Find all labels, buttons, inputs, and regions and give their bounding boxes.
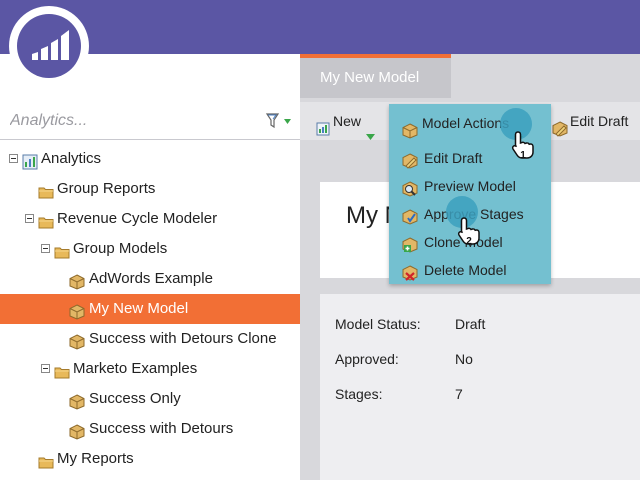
tree-item-label: Success Only <box>89 390 181 407</box>
model-actions-label: Model Actions <box>422 115 510 131</box>
folder-icon <box>38 451 54 469</box>
model-icon <box>69 301 85 320</box>
status-label: Model Status: <box>335 316 421 332</box>
tree-item-analytics[interactable]: Analytics <box>0 144 300 174</box>
approved-value: No <box>455 351 473 367</box>
step-2-badge: 2 <box>466 236 472 247</box>
navigation-tree: Analytics Group Reports Revenue Cycle Mo… <box>0 144 300 474</box>
new-button[interactable]: New <box>300 102 388 140</box>
tree-item-my-reports[interactable]: My Reports <box>0 444 300 474</box>
model-icon <box>69 391 85 410</box>
new-label: New <box>333 113 362 129</box>
model-details-panel: Model Status: Draft Approved: No Stages:… <box>320 294 640 480</box>
tree-item-label: AdWords Example <box>89 270 213 287</box>
analytics-icon <box>22 151 38 170</box>
delete-icon <box>402 262 418 281</box>
tree-item-label: Analytics <box>41 150 102 167</box>
menu-item-label: Delete Model <box>424 262 507 278</box>
tree-item-label: My New Model <box>89 300 189 317</box>
stages-value: 7 <box>455 386 463 402</box>
preview-icon <box>402 178 418 197</box>
tree-item-my-new-model[interactable]: My New Model <box>0 294 300 324</box>
menu-item-label: Preview Model <box>424 178 516 194</box>
tree-item-group-models[interactable]: Group Models <box>0 234 300 264</box>
tree-item-label: My Reports <box>57 450 134 467</box>
approve-icon <box>402 206 418 225</box>
model-icon <box>402 115 418 139</box>
edit-draft-icon <box>402 150 418 169</box>
edit-draft-button[interactable]: Edit Draft <box>540 102 640 140</box>
tree-item-label: Revenue Cycle Modeler <box>57 210 218 227</box>
top-header-bar <box>0 0 640 54</box>
collapse-toggle-icon[interactable] <box>9 154 18 163</box>
collapse-toggle-icon[interactable] <box>25 214 34 223</box>
tree-item-label: Success with Detours <box>89 420 234 437</box>
sidebar-search-row <box>0 102 300 140</box>
model-icon <box>69 331 85 350</box>
tree-item-revenue-cycle-modeler[interactable]: Revenue Cycle Modeler <box>0 204 300 234</box>
menu-item-preview-model[interactable]: Preview Model <box>389 172 551 200</box>
model-icon <box>69 421 85 440</box>
tab-label: My New Model <box>320 69 420 86</box>
new-icon <box>315 113 331 136</box>
search-input[interactable] <box>0 102 250 140</box>
collapse-toggle-icon[interactable] <box>41 364 50 373</box>
approved-label: Approved: <box>335 351 399 367</box>
model-icon <box>69 271 85 290</box>
tab-my-new-model[interactable]: My New Model <box>300 54 451 98</box>
stages-label: Stages: <box>335 386 383 402</box>
tree-item-marketo-examples[interactable]: Marketo Examples <box>0 354 300 384</box>
folder-icon <box>38 211 54 229</box>
status-value: Draft <box>455 316 486 332</box>
tree-item-group-reports[interactable]: Group Reports <box>0 174 300 204</box>
logo-icon <box>17 14 81 78</box>
tree-item-success-with-detours-clone[interactable]: Success with Detours Clone <box>0 324 300 354</box>
folder-icon <box>54 241 70 259</box>
tree-item-adwords-example[interactable]: AdWords Example <box>0 264 300 294</box>
tree-item-label: Group Models <box>73 240 168 257</box>
tree-item-label: Marketo Examples <box>73 360 198 377</box>
marketo-logo[interactable] <box>9 6 89 86</box>
collapse-toggle-icon[interactable] <box>41 244 50 253</box>
tree-item-label: Group Reports <box>57 180 156 197</box>
menu-item-label: Edit Draft <box>424 150 483 166</box>
folder-icon <box>38 181 54 199</box>
tree-item-label: Success with Detours Clone <box>89 330 277 347</box>
sidebar: Analytics Group Reports Revenue Cycle Mo… <box>0 54 300 480</box>
edit-draft-label: Edit Draft <box>570 113 629 129</box>
edit-draft-icon <box>552 113 568 137</box>
clone-icon <box>402 234 418 253</box>
filter-icon[interactable] <box>264 111 294 131</box>
step-1-badge: 1 <box>520 150 526 161</box>
tree-item-success-only[interactable]: Success Only <box>0 384 300 414</box>
menu-item-delete-model[interactable]: Delete Model <box>389 256 551 284</box>
folder-icon <box>54 361 70 379</box>
tree-item-success-with-detours[interactable]: Success with Detours <box>0 414 300 444</box>
